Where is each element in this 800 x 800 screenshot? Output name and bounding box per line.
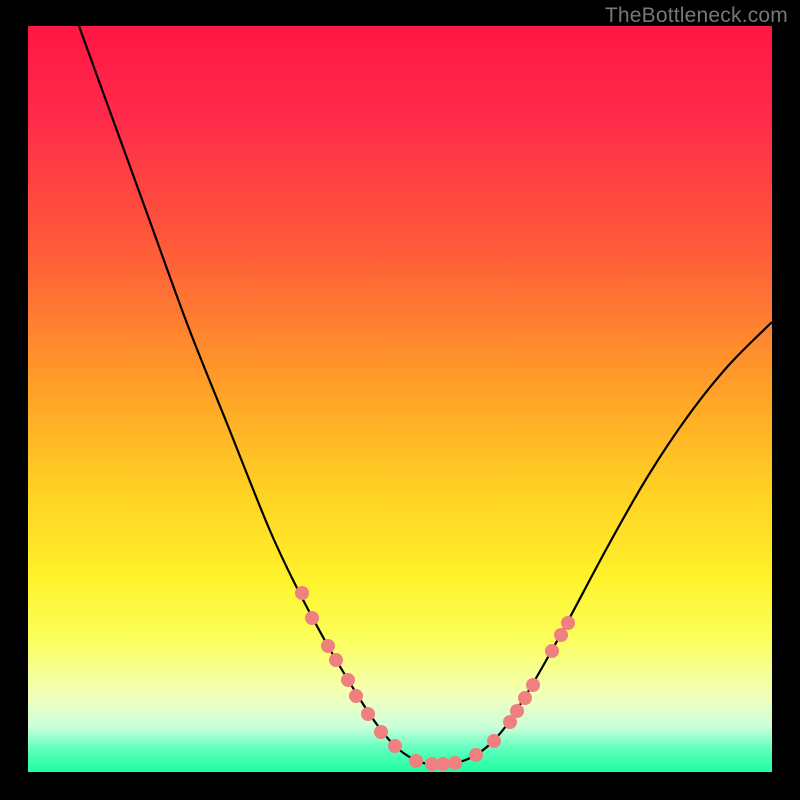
data-point — [341, 673, 355, 687]
chart-svg — [28, 26, 772, 772]
data-point — [526, 678, 540, 692]
curve-layer — [79, 26, 772, 765]
data-point — [545, 644, 559, 658]
data-point — [518, 691, 532, 705]
data-point — [487, 734, 501, 748]
bottleneck-curve — [79, 26, 772, 765]
marker-layer — [295, 586, 575, 771]
data-point — [349, 689, 363, 703]
data-point — [321, 639, 335, 653]
data-point — [361, 707, 375, 721]
data-point — [409, 754, 423, 768]
data-point — [510, 704, 524, 718]
plot-area — [28, 26, 772, 772]
data-point — [329, 653, 343, 667]
data-point — [305, 611, 319, 625]
data-point — [561, 616, 575, 630]
data-point — [388, 739, 402, 753]
data-point — [469, 748, 483, 762]
watermark-text: TheBottleneck.com — [605, 4, 788, 28]
data-point — [295, 586, 309, 600]
data-point — [436, 757, 450, 771]
data-point — [554, 628, 568, 642]
data-point — [448, 756, 462, 770]
data-point — [374, 725, 388, 739]
chart-frame: TheBottleneck.com — [0, 0, 800, 800]
